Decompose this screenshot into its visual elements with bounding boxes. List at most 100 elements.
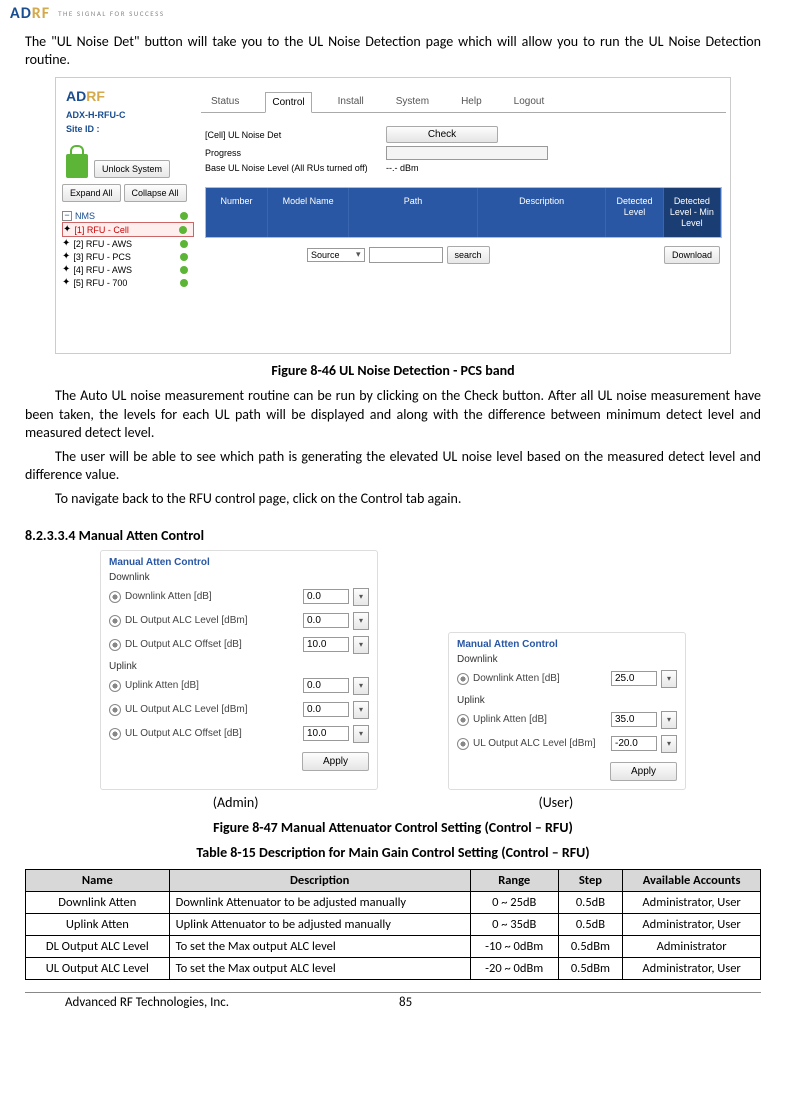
cell-range: -20 ~ 0dBm [470,957,558,979]
dropdown-icon[interactable]: ▾ [353,636,369,654]
th-name: Name [26,869,170,891]
cell-name: Uplink Atten [26,913,170,935]
check-button[interactable]: Check [386,126,498,143]
atten-value[interactable]: 10.0 [303,637,349,652]
node-icon: ✦ [62,251,70,262]
paragraph-2: The Auto UL noise measurement routine ca… [25,387,761,442]
panel-title: Manual Atten Control [457,639,677,650]
tree-row[interactable]: ✦ [1] RFU - Cell [62,222,194,237]
apply-button[interactable]: Apply [302,752,369,771]
footer-divider [25,992,761,993]
th-step: Step [558,869,623,891]
unlock-button[interactable]: Unlock System [94,160,170,178]
download-button[interactable]: Download [664,246,720,264]
tab-control[interactable]: Control [265,92,311,113]
radio-icon[interactable] [457,673,469,685]
radio-icon[interactable] [457,738,469,750]
tab-bar: Status Control Install System Help Logou… [201,78,726,113]
atten-row: UL Output ALC Offset [dB] 10.0 ▾ [109,722,369,746]
tab-status[interactable]: Status [205,92,245,112]
radio-icon[interactable] [109,680,121,692]
tab-install[interactable]: Install [332,92,370,112]
expand-all-button[interactable]: Expand All [62,184,121,202]
table-row: Downlink Atten Downlink Attenuator to be… [26,891,761,913]
dropdown-icon[interactable]: ▾ [661,711,677,729]
radio-icon[interactable] [109,591,121,603]
source-select[interactable]: Source [307,248,365,262]
paragraph-4: To navigate back to the RFU control page… [25,490,761,508]
figure-1-caption: Figure 8-46 UL Noise Detection - PCS ban… [25,362,761,379]
tree-row[interactable]: ✦ [4] RFU - AWS [62,263,194,276]
dropdown-icon[interactable]: ▾ [353,588,369,606]
radio-icon[interactable] [457,714,469,726]
radio-icon[interactable] [109,728,121,740]
tab-logout[interactable]: Logout [508,92,551,112]
status-dot-icon [179,226,187,234]
collapse-icon[interactable]: − [62,211,72,221]
dropdown-icon[interactable]: ▾ [353,677,369,695]
atten-panel-admin: Manual Atten Control Downlink Downlink A… [100,550,378,790]
collapse-all-button[interactable]: Collapse All [124,184,187,202]
section-heading: 8.2.3.3.4 Manual Atten Control [25,527,761,544]
atten-label: Uplink Atten [dB] [125,680,299,691]
atten-label: UL Output ALC Level [dBm] [125,704,299,715]
th-path: Path [349,188,478,236]
atten-label: DL Output ALC Offset [dB] [125,639,299,650]
settings-table: Name Description Range Step Available Ac… [25,869,761,980]
search-bar: Source search Download [205,246,722,264]
th-number: Number [206,188,268,236]
apply-button[interactable]: Apply [610,762,677,781]
cell-name: UL Output ALC Level [26,957,170,979]
tab-help[interactable]: Help [455,92,488,112]
tab-system[interactable]: System [390,92,435,112]
cell-name: DL Output ALC Level [26,935,170,957]
device-label: ADX-H-RFU-C [56,108,196,122]
radio-icon[interactable] [109,615,121,627]
tree-row[interactable]: − NMS [62,210,194,222]
atten-value[interactable]: 35.0 [611,712,657,727]
dropdown-icon[interactable]: ▾ [353,725,369,743]
app-logo-ad: AD [66,88,86,104]
progress-bar [386,146,548,160]
role-admin-label: (Admin) [213,794,259,811]
radio-icon[interactable] [109,639,121,651]
tree-row[interactable]: ✦ [2] RFU - AWS [62,237,194,250]
sidebar: ADRF ADX-H-RFU-C Site ID : Unlock System… [56,78,196,353]
cell-desc: Downlink Attenuator to be adjusted manua… [169,891,470,913]
ul-noise-det-label: [Cell] UL Noise Det [205,130,380,140]
dropdown-icon[interactable]: ▾ [353,701,369,719]
table-row: Uplink Atten Uplink Attenuator to be adj… [26,913,761,935]
radio-icon[interactable] [109,704,121,716]
tree-row[interactable]: ✦ [3] RFU - PCS [62,250,194,263]
table-row: UL Output ALC Level To set the Max outpu… [26,957,761,979]
uplink-heading: Uplink [457,695,677,706]
atten-value[interactable]: 0.0 [303,702,349,717]
tree-label: [5] RFU - 700 [73,278,127,288]
cell-step: 0.5dBm [558,935,623,957]
app-logo: ADRF [56,78,196,108]
status-dot-icon [180,240,188,248]
atten-label: Downlink Atten [dB] [125,591,299,602]
atten-row: UL Output ALC Level [dBm] 0.0 ▾ [109,698,369,722]
status-dot-icon [180,253,188,261]
node-icon: ✦ [62,264,70,275]
atten-label: DL Output ALC Level [dBm] [125,615,299,626]
dropdown-icon[interactable]: ▾ [661,670,677,688]
node-icon: ✦ [62,277,70,288]
search-button[interactable]: search [447,246,490,264]
paragraph-3: The user will be able to see which path … [25,448,761,484]
atten-value[interactable]: 25.0 [611,671,657,686]
dropdown-icon[interactable]: ▾ [661,735,677,753]
atten-value[interactable]: -20.0 [611,736,657,751]
search-input[interactable] [369,247,443,263]
cell-accounts: Administrator, User [623,957,761,979]
atten-value[interactable]: 0.0 [303,678,349,693]
tree-row[interactable]: ✦ [5] RFU - 700 [62,276,194,289]
th-model: Model Name [268,188,349,236]
atten-value[interactable]: 0.0 [303,589,349,604]
atten-row: UL Output ALC Level [dBm] -20.0 ▾ [457,732,677,756]
ul-noise-form: [Cell] UL Noise Det Check Progress Base … [201,113,726,267]
atten-value[interactable]: 10.0 [303,726,349,741]
atten-value[interactable]: 0.0 [303,613,349,628]
dropdown-icon[interactable]: ▾ [353,612,369,630]
